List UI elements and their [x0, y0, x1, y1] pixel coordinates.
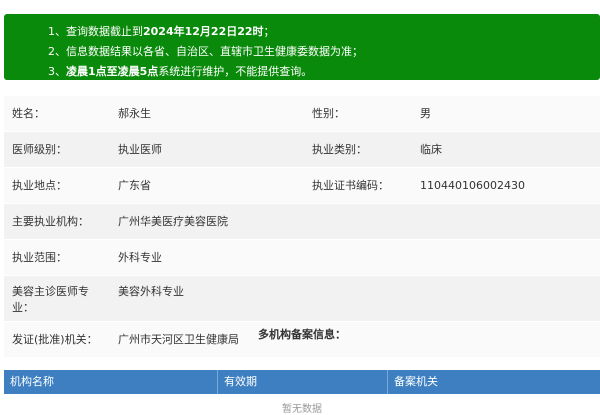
column-header-validity[interactable]: 有效期	[218, 370, 388, 394]
level-value: 执业医师	[118, 142, 162, 156]
multi-org-table-header: 机构名称 有效期 备案机关	[4, 370, 600, 394]
specialty-label: 美容主诊医师专业：	[12, 285, 89, 314]
info-row-level: 医师级别： 执业医师 执业类别： 临床	[4, 132, 600, 168]
location-label: 执业地点：	[12, 178, 67, 192]
notice-banner: 1、查询数据截止到2024年12月22日22时； 2、信息数据结果以各省、自治区…	[4, 14, 600, 80]
cert-value: 110440106002430	[420, 178, 525, 192]
info-row-specialty: 美容主诊医师专业： 美容外科专业	[4, 276, 600, 322]
info-row-name: 姓名： 郝永生 性别： 男	[4, 96, 600, 132]
level-label: 医师级别：	[12, 142, 67, 156]
type-label: 执业类别：	[312, 142, 367, 156]
multi-org-title: 多机构备案信息：	[258, 328, 346, 341]
name-label: 姓名：	[12, 106, 45, 120]
cert-label: 执业证书编码：	[312, 178, 389, 192]
notice-text: 3、	[48, 65, 66, 78]
column-header-org-name[interactable]: 机构名称	[4, 370, 218, 394]
notice-date: 2024年12月22日22时	[143, 25, 264, 38]
org-label: 主要执业机构：	[12, 214, 89, 228]
notice-text: ；	[263, 25, 275, 38]
name-value: 郝永生	[118, 106, 151, 120]
empty-data-text: 暂无数据	[282, 404, 322, 415]
gender-label: 性别：	[312, 106, 345, 120]
doctor-info-table: 姓名： 郝永生 性别： 男 医师级别： 执业医师 执业类别： 临床 执业地点： …	[4, 96, 600, 358]
notice-line-2: 2、信息数据结果以各省、自治区、直辖市卫生健康委数据为准；	[48, 45, 363, 58]
notice-line-3: 3、凌晨1点至凌晨5点系统进行维护，不能提供查询。	[48, 62, 600, 82]
location-value: 广东省	[118, 178, 151, 192]
notice-maintenance-time: 凌晨1点至凌晨5点	[66, 65, 159, 78]
info-row-scope: 执业范围： 外科专业	[4, 240, 600, 276]
type-value: 临床	[420, 142, 442, 156]
org-value: 广州华美医疗美容医院	[118, 214, 228, 228]
gender-value: 男	[420, 106, 431, 120]
scope-value: 外科专业	[118, 250, 162, 264]
specialty-value: 美容外科专业	[118, 285, 184, 298]
info-row-org: 主要执业机构： 广州华美医疗美容医院	[4, 204, 600, 240]
notice-text: 1、查询数据截止到	[48, 25, 143, 38]
notice-text: 系统进行维护，不能提供查询。	[158, 65, 313, 78]
notice-line-1: 1、查询数据截止到2024年12月22日22时；	[48, 22, 600, 42]
scope-label: 执业范围：	[12, 250, 67, 264]
info-row-location: 执业地点： 广东省 执业证书编码： 110440106002430	[4, 168, 600, 204]
column-header-registrar[interactable]: 备案机关	[388, 370, 600, 394]
